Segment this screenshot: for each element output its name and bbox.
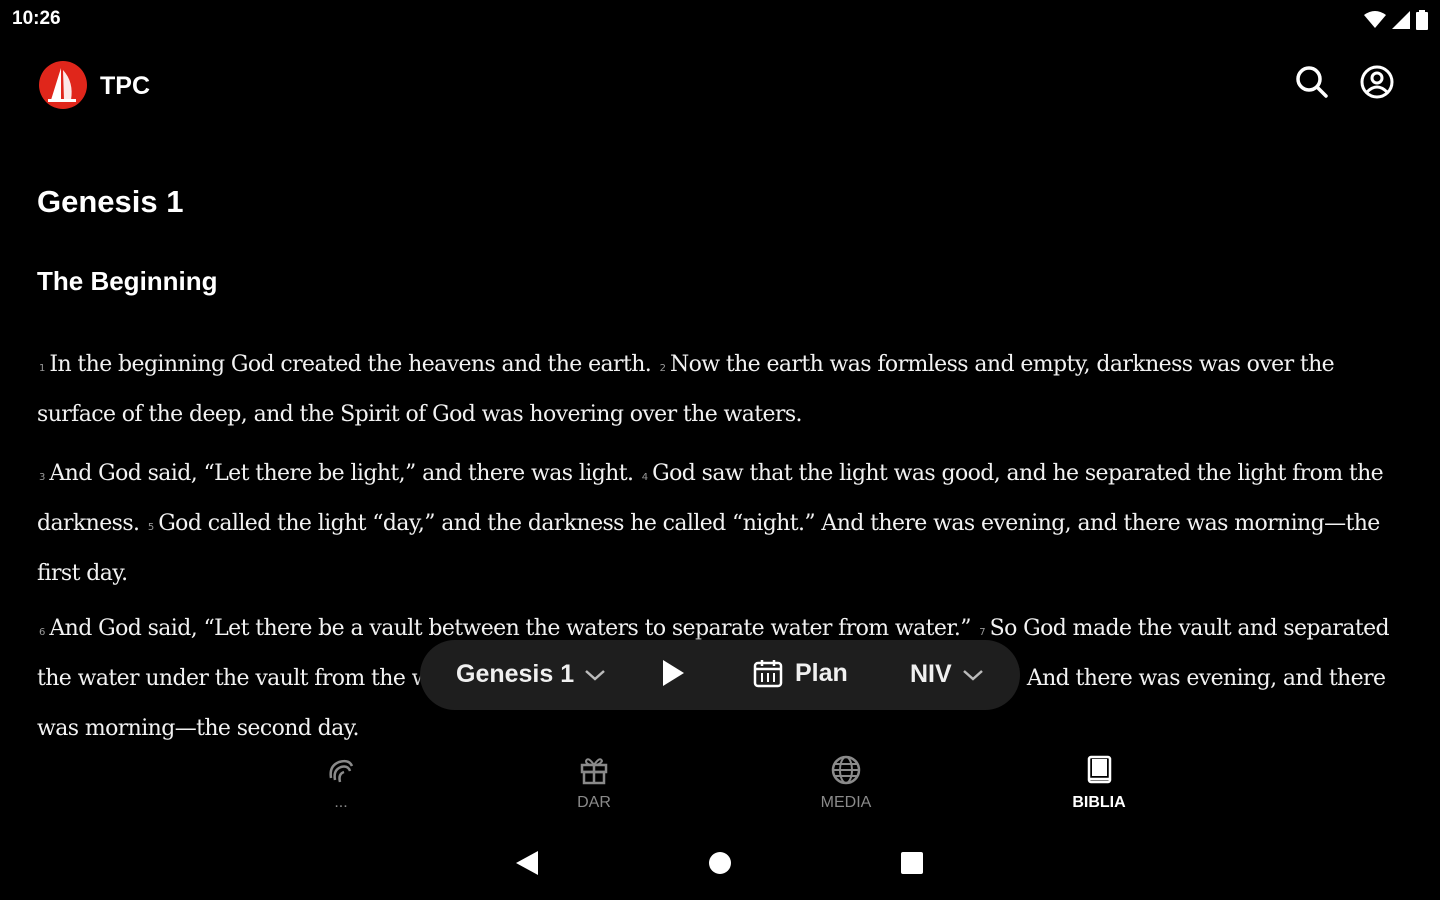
verse-number: 7 (979, 627, 986, 638)
calendar-icon (753, 658, 783, 688)
nav-item-tithe[interactable]: ... (281, 752, 401, 814)
back-triangle-icon (514, 849, 540, 882)
verse-text[interactable]: In the beginning God created the heavens… (49, 352, 651, 377)
account-button[interactable] (1357, 64, 1397, 104)
system-navigation-bar (0, 838, 1440, 890)
play-icon (660, 658, 686, 695)
chevron-down-icon (584, 668, 606, 682)
status-bar: 10:26 (0, 0, 1440, 40)
wifi-icon (1364, 11, 1386, 34)
verse-text[interactable]: God called the light “day,” and the dark… (37, 511, 1380, 586)
book-icon (1081, 752, 1117, 788)
verse-number: 3 (39, 472, 46, 483)
system-recents-button[interactable] (897, 850, 927, 880)
status-icons (1364, 10, 1428, 35)
globe-icon (828, 752, 864, 788)
nav-item-media[interactable]: MEDIA (786, 752, 906, 814)
version-selector[interactable]: NIV (910, 660, 984, 689)
home-circle-icon (707, 850, 733, 881)
nav-item-biblia[interactable]: BIBLIA (1039, 752, 1159, 814)
brand-name: TPC (100, 72, 150, 100)
system-back-button[interactable] (512, 850, 542, 880)
chapter-selector-label: Genesis 1 (456, 660, 575, 688)
verse-text[interactable]: And God said, “Let there be light,” and … (49, 461, 634, 486)
search-icon (1295, 65, 1329, 104)
verse-number: 4 (641, 472, 649, 483)
section-title: The Beginning (37, 266, 218, 296)
tithe-icon (323, 752, 359, 788)
account-icon (1360, 65, 1394, 104)
nav-label: MEDIA (820, 794, 872, 811)
version-label: NIV (910, 660, 952, 688)
chapter-title: Genesis 1 (37, 184, 184, 219)
plan-label: Plan (795, 658, 848, 687)
nav-item-dar[interactable]: DAR (534, 752, 654, 814)
nav-label: DAR (577, 794, 611, 811)
verse-number: 2 (659, 363, 666, 374)
chapter-selector[interactable]: Genesis 1 (456, 660, 606, 689)
verse-text[interactable]: And God said, “Let there be a vault betw… (49, 616, 971, 641)
search-button[interactable] (1292, 64, 1332, 104)
bottom-navigation: ... DAR MEDIA BIBLIA (0, 752, 1440, 827)
verse-number: 5 (147, 522, 155, 533)
paragraph: 1 In the beginning God created the heaven… (37, 342, 1407, 438)
verse-number: 1 (39, 363, 46, 374)
battery-icon (1416, 10, 1428, 35)
paragraph: 3 And God said, “Let there be light,” and… (37, 451, 1407, 597)
tpc-logo-icon[interactable] (38, 60, 88, 110)
play-button[interactable] (660, 658, 686, 695)
chevron-down-icon (962, 668, 984, 682)
signal-icon (1392, 11, 1410, 34)
verse-number: 6 (39, 627, 46, 638)
app-bar: TPC (0, 56, 1440, 116)
bible-reader: Genesis 1 The Beginning 1 In the beginnin… (37, 180, 1407, 741)
system-home-button[interactable] (705, 850, 735, 880)
app-screen: 10:26 TPC Genesis 1 The Beginning 1 In t… (0, 0, 1440, 900)
status-time: 10:26 (12, 8, 61, 29)
gift-icon (576, 752, 612, 788)
recents-square-icon (899, 850, 925, 881)
plan-button[interactable]: Plan (753, 658, 848, 688)
nav-label: BIBLIA (1072, 794, 1126, 811)
nav-label: ... (334, 794, 348, 811)
reader-toolbar: Genesis 1 Plan NIV (420, 640, 1020, 710)
